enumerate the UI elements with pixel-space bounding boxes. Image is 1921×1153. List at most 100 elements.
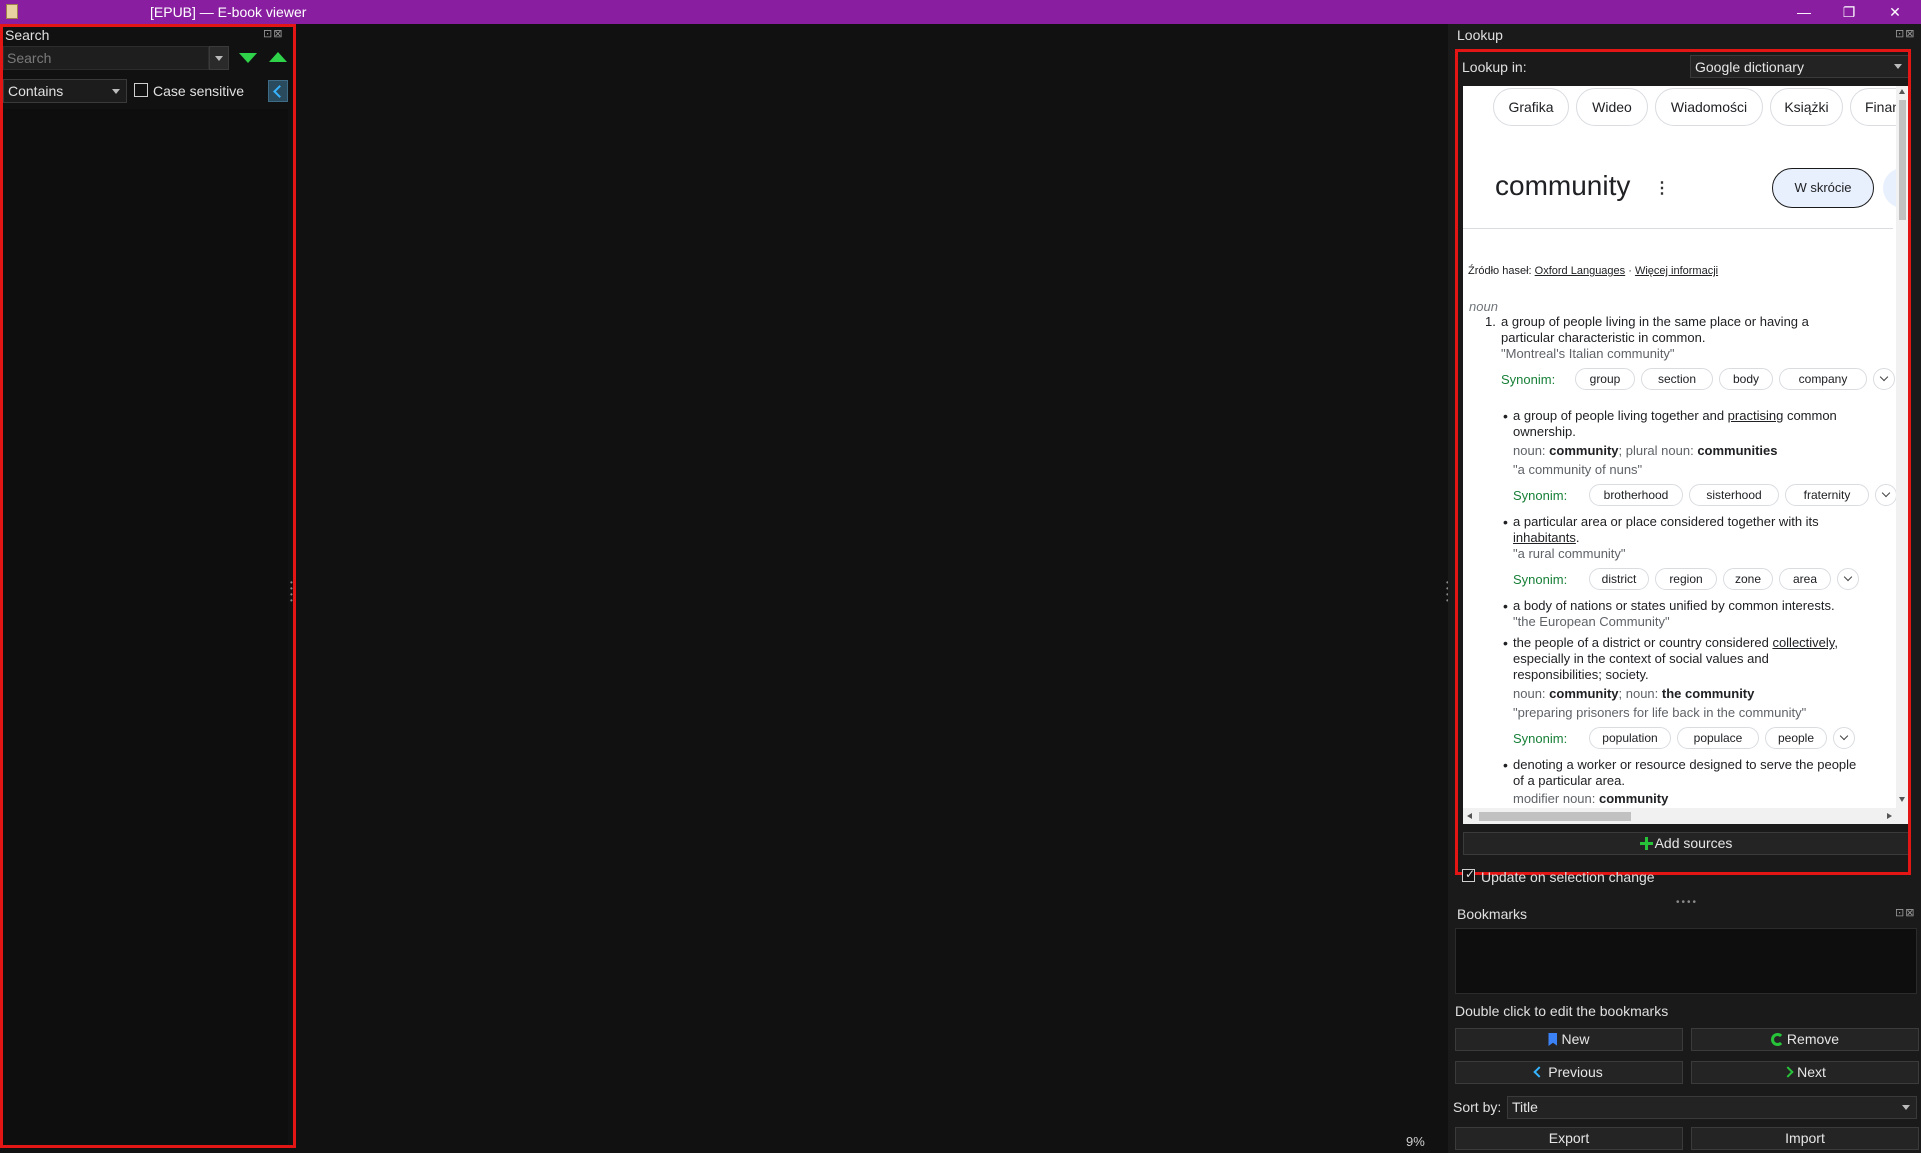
more-info-link[interactable]: Więcej informacji (1635, 265, 1718, 277)
synonym-chip[interactable]: populace (1677, 727, 1759, 749)
update-on-selection-label: Update on selection change (1481, 869, 1655, 885)
lookup-panel-dock-controls[interactable]: ⊡⊠ (1895, 27, 1915, 40)
dictionary-word: community (1495, 170, 1631, 201)
search-panel-title: Search (5, 27, 50, 43)
close-icon[interactable]: ✕ (1873, 0, 1917, 24)
new-bookmark-button[interactable]: New (1455, 1028, 1683, 1051)
vertical-scrollbar[interactable] (1896, 86, 1909, 808)
restore-icon[interactable]: ❐ (1827, 0, 1871, 24)
scroll-down-icon[interactable] (1899, 797, 1905, 802)
word-forms: noun: community; noun: the community (1513, 686, 1755, 701)
synonym-label: Synonim: (1513, 731, 1568, 746)
find-next-button[interactable] (235, 48, 261, 68)
collapse-panel-button[interactable] (268, 80, 288, 102)
window-title: [EPUB] — E-book viewer (150, 4, 307, 20)
word-forms: noun: community; plural noun: communitie… (1513, 443, 1778, 458)
bullet: • (1503, 635, 1508, 651)
sense-text: the people of a district or country cons… (1513, 635, 1838, 650)
search-mode-select[interactable]: Contains (3, 79, 127, 103)
previous-bookmark-button[interactable]: Previous (1455, 1061, 1683, 1084)
previous-label: Previous (1548, 1064, 1603, 1080)
splitter-handle-horizontal[interactable]: •••• (1676, 897, 1698, 908)
sense-text: ownership. (1513, 424, 1576, 439)
tab-books[interactable]: Książki (1770, 88, 1843, 126)
synonym-label: Synonim: (1513, 572, 1568, 587)
expand-synonyms-icon[interactable] (1875, 484, 1897, 506)
search-mode-value: Contains (8, 83, 64, 99)
tab-news[interactable]: Wiadomości (1655, 88, 1763, 126)
sense-text: a group of people living together and pr… (1513, 408, 1837, 423)
sort-by-select[interactable]: Title (1507, 1096, 1917, 1119)
tab-images[interactable]: Grafika (1493, 88, 1569, 126)
synonym-chip[interactable]: population (1589, 727, 1671, 749)
synonym-chip[interactable]: brotherhood (1589, 484, 1683, 506)
bookmarks-dock-controls[interactable]: ⊡⊠ (1895, 906, 1915, 919)
minimize-icon[interactable]: — (1782, 0, 1826, 24)
add-sources-button[interactable]: Add sources (1463, 832, 1909, 855)
reading-progress: 9% (1406, 1134, 1425, 1149)
expand-synonyms-icon[interactable] (1837, 568, 1859, 590)
book-icon (6, 4, 18, 19)
sense-text: denoting a worker or resource designed t… (1513, 757, 1857, 772)
new-label: New (1561, 1031, 1590, 1047)
export-button[interactable]: Export (1455, 1127, 1683, 1150)
bullet: • (1503, 514, 1508, 530)
remove-bookmark-button[interactable]: Remove (1691, 1028, 1919, 1051)
chevron-right-icon (1782, 1066, 1794, 1078)
synonym-chip[interactable]: body (1719, 368, 1773, 390)
horizontal-scrollbar[interactable] (1463, 808, 1909, 824)
update-on-selection-checkbox[interactable]: ✓ (1462, 867, 1475, 882)
synonym-chip[interactable]: fraternity (1785, 484, 1869, 506)
brief-button[interactable]: W skrócie (1772, 168, 1874, 208)
scroll-thumb[interactable] (1899, 100, 1906, 220)
next-bookmark-button[interactable]: Next (1691, 1061, 1919, 1084)
expand-synonyms-icon[interactable] (1833, 727, 1855, 749)
synonym-chip[interactable]: zone (1723, 568, 1773, 590)
find-previous-button[interactable] (265, 48, 291, 68)
search-history-dropdown[interactable] (209, 46, 229, 70)
expand-synonyms-icon[interactable] (1873, 368, 1895, 390)
synonym-chip[interactable]: people (1765, 727, 1827, 749)
lookup-source-select[interactable]: Google dictionary (1690, 55, 1909, 78)
sense-text: of a particular area. (1513, 773, 1626, 788)
synonym-chip[interactable]: district (1589, 568, 1649, 590)
search-input[interactable]: Search (3, 46, 209, 70)
dictionary-webview[interactable]: Grafika Wideo Wiadomości Książki Finans … (1463, 86, 1909, 824)
bookmark-icon (1548, 1033, 1558, 1046)
more-options-icon[interactable]: ⋮ (1654, 178, 1670, 198)
splitter-handle[interactable]: • • • • (290, 579, 293, 605)
synonym-chip[interactable]: region (1655, 568, 1717, 590)
search-panel-dock-controls[interactable]: ⊡⊠ (263, 27, 283, 40)
scroll-right-icon[interactable] (1887, 813, 1892, 819)
scroll-up-icon[interactable] (1899, 89, 1905, 94)
lookup-source-value: Google dictionary (1695, 59, 1804, 75)
search-panel: Search ⊡⊠ Search Contains Case sensitive (0, 24, 290, 1153)
tab-videos[interactable]: Wideo (1576, 88, 1648, 126)
synonym-chip[interactable]: group (1575, 368, 1635, 390)
definition-text: particular characteristic in common. (1501, 330, 1706, 345)
synonym-chip[interactable]: section (1641, 368, 1713, 390)
title-bar: [EPUB] — E-book viewer — ❐ ✕ (0, 0, 1921, 24)
source-link[interactable]: Oxford Languages (1535, 265, 1626, 277)
case-sensitive-checkbox[interactable] (134, 83, 148, 97)
sense-text: especially in the context of social valu… (1513, 651, 1769, 666)
definition-text: a group of people living in the same pla… (1501, 314, 1809, 329)
add-sources-label: Add sources (1654, 835, 1733, 851)
scroll-thumb[interactable] (1479, 812, 1631, 821)
bookmarks-list[interactable] (1455, 928, 1917, 994)
synonym-chip[interactable]: sisterhood (1689, 484, 1779, 506)
sense-example: "a rural community" (1513, 546, 1626, 561)
sense-example: "the European Community" (1513, 614, 1670, 629)
bookmarks-hint: Double click to edit the bookmarks (1455, 1003, 1669, 1019)
sense-text: a particular area or place considered to… (1513, 514, 1819, 529)
synonym-label: Synonim: (1513, 488, 1568, 503)
source-prefix: Źródło haseł: (1468, 265, 1532, 277)
scroll-left-icon[interactable] (1467, 813, 1472, 819)
synonym-chip[interactable]: company (1779, 368, 1867, 390)
word-forms: modifier noun: community (1513, 791, 1669, 806)
sort-by-label: Sort by: (1453, 1099, 1502, 1115)
import-button[interactable]: Import (1691, 1127, 1919, 1150)
synonym-chip[interactable]: area (1779, 568, 1831, 590)
search-results-list[interactable] (3, 109, 288, 1149)
sense-text: a body of nations or states unified by c… (1513, 598, 1835, 613)
